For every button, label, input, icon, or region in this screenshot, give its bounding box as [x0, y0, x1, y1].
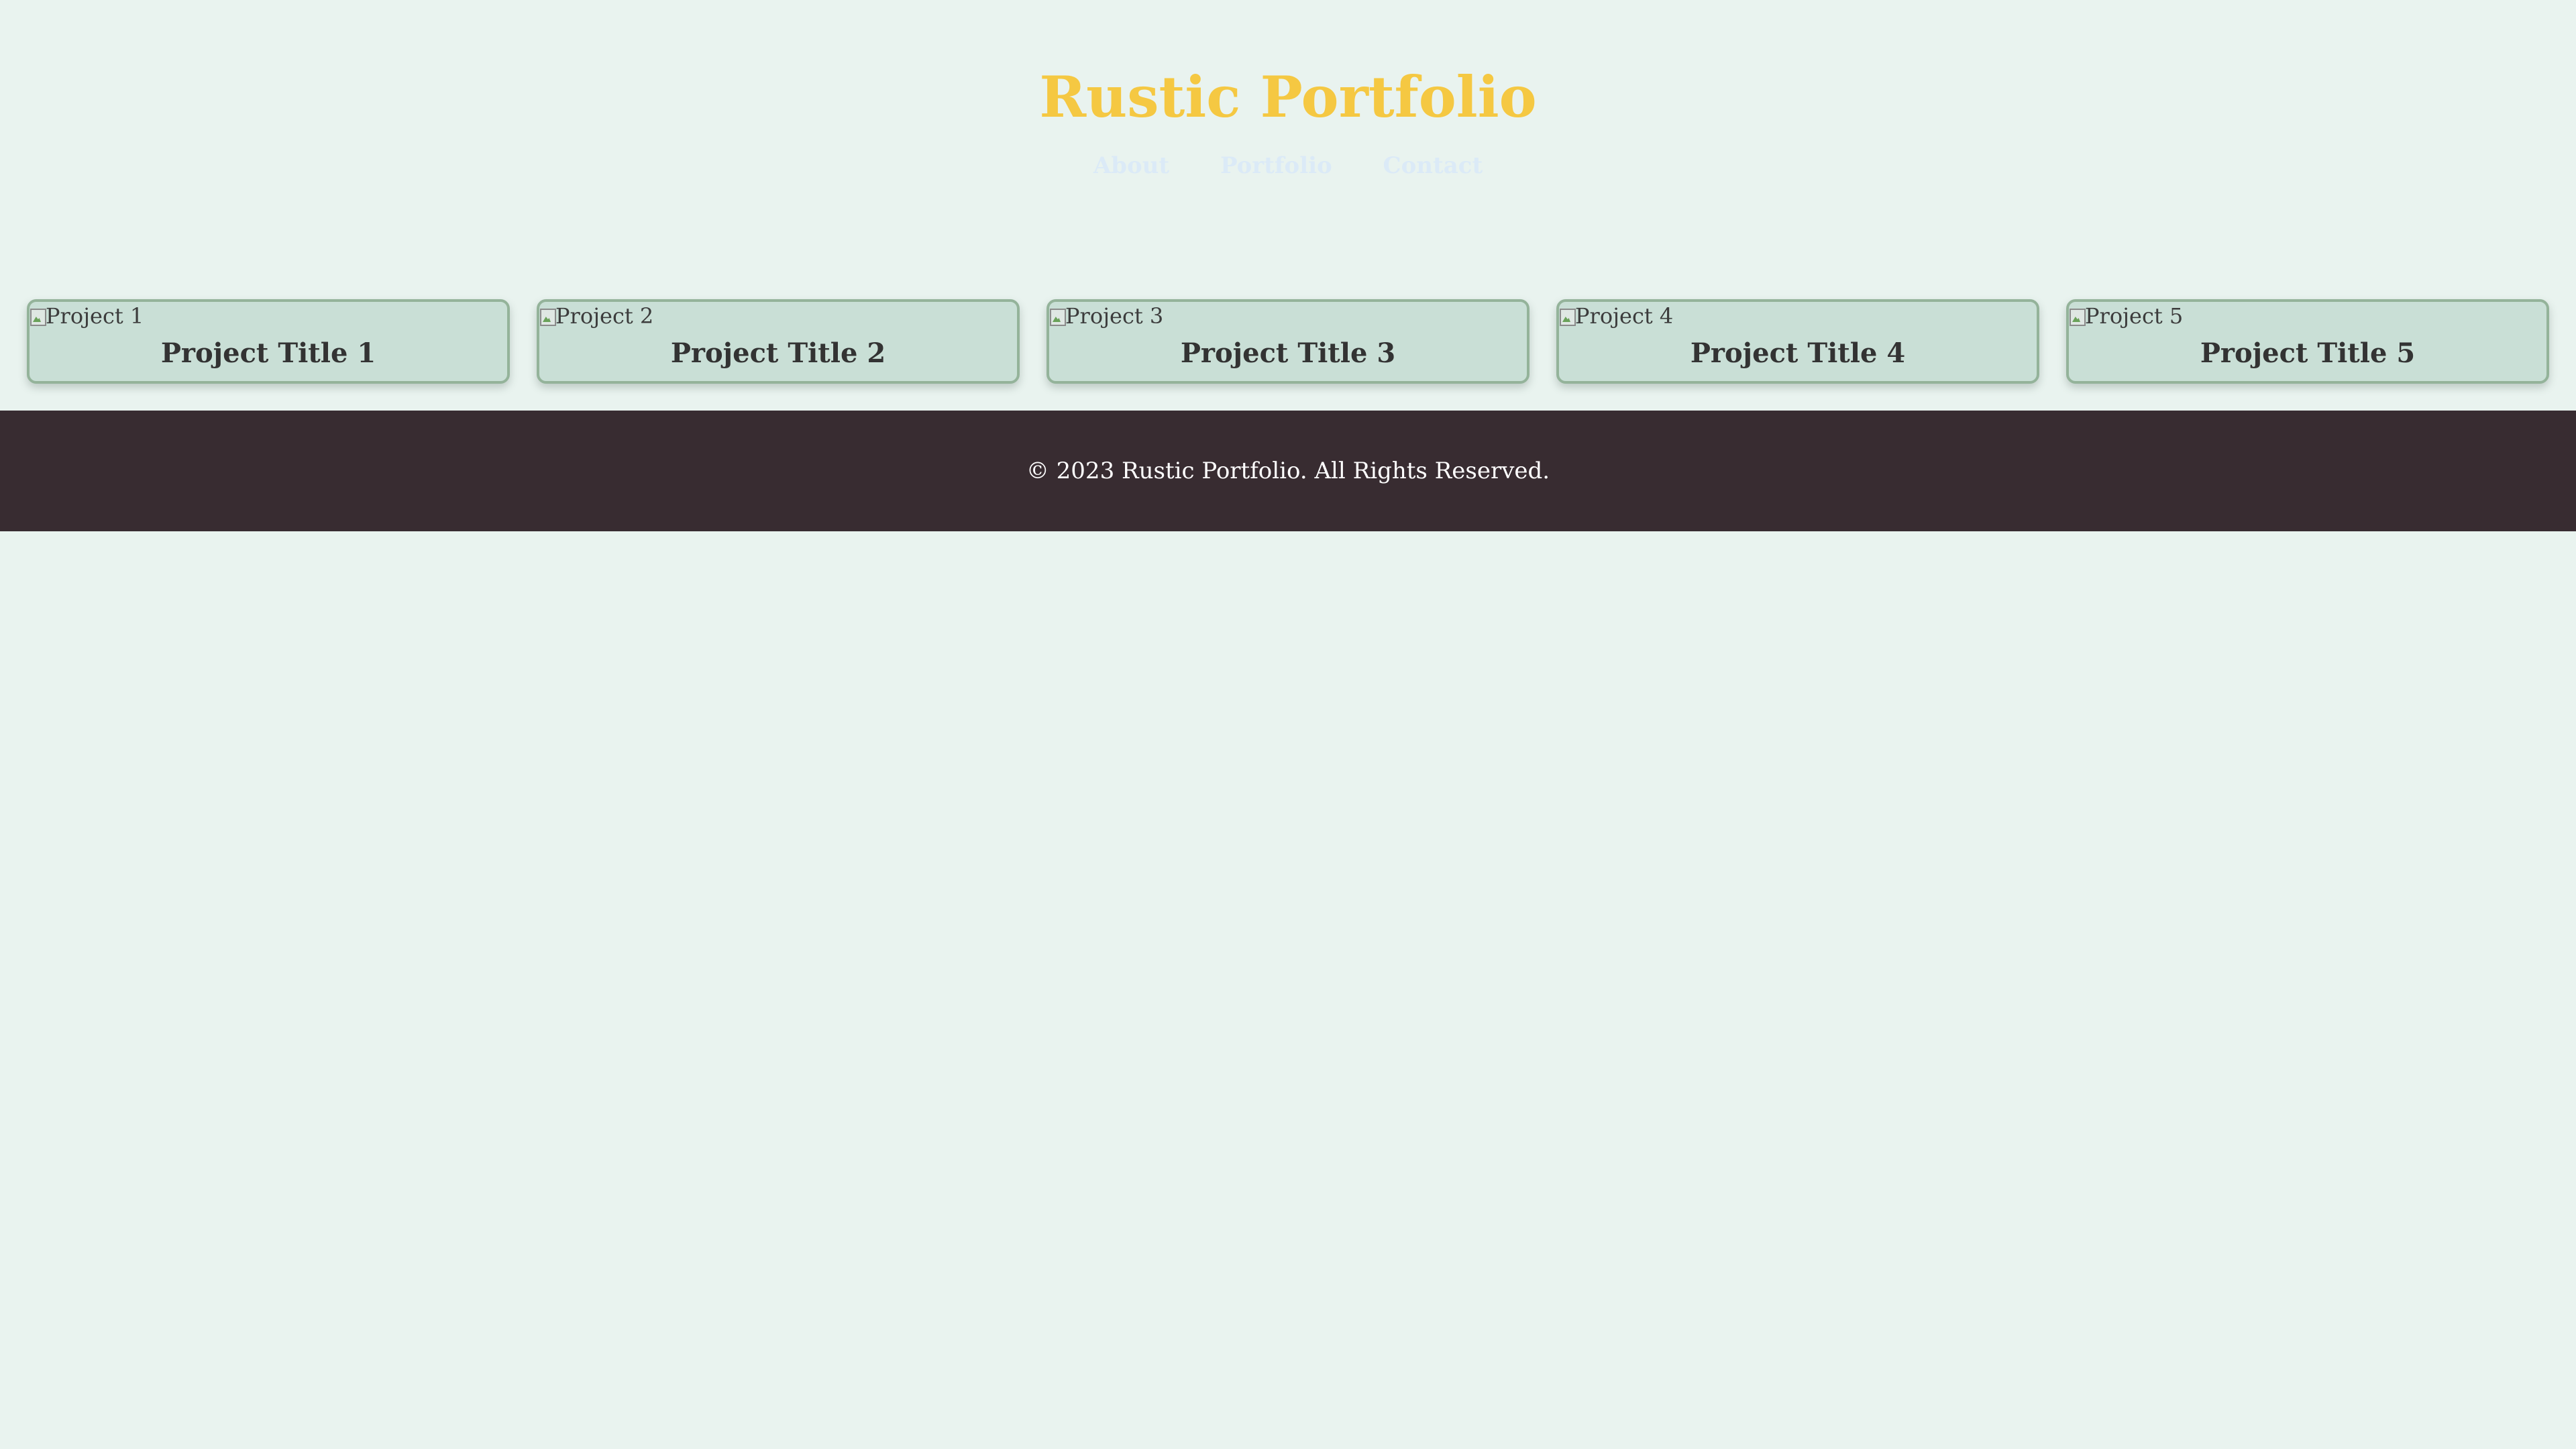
project-image: Project 2	[539, 302, 1017, 330]
copyright-text: © 2023 Rustic Portfolio. All Rights Rese…	[1026, 458, 1550, 484]
nav-link-contact[interactable]: Contact	[1383, 149, 1483, 182]
project-title: Project Title 5	[2200, 337, 2416, 369]
project-card-2[interactable]: Project 2 Project Title 2	[537, 299, 1020, 384]
project-image-alt: Project 3	[1065, 303, 1164, 329]
main-nav: About Portfolio Contact	[0, 149, 2576, 182]
project-image-alt: Project 1	[46, 303, 144, 329]
project-image-alt: Project 4	[1575, 303, 1674, 329]
nav-link-about[interactable]: About	[1093, 149, 1169, 182]
project-image: Project 4	[1559, 302, 2037, 330]
broken-image-icon	[1049, 306, 1066, 326]
project-title: Project Title 3	[1180, 337, 1396, 369]
project-card-1[interactable]: Project 1 Project Title 1	[27, 299, 510, 384]
project-card-3[interactable]: Project 3 Project Title 3	[1046, 299, 1529, 384]
project-title: Project Title 1	[160, 337, 376, 369]
broken-image-icon	[30, 306, 46, 326]
site-title: Rustic Portfolio	[1039, 64, 1537, 130]
projects-grid: Project 1 Project Title 1 Project 2 Proj…	[27, 299, 2549, 384]
project-image: Project 5	[2069, 302, 2546, 330]
project-title: Project Title 2	[670, 337, 886, 369]
nav-link-portfolio[interactable]: Portfolio	[1220, 149, 1332, 182]
project-card-4[interactable]: Project 4 Project Title 4	[1556, 299, 2039, 384]
site-header: Rustic Portfolio About Portfolio Contact	[0, 0, 2576, 201]
project-image-alt: Project 5	[2085, 303, 2184, 329]
site-footer: © 2023 Rustic Portfolio. All Rights Rese…	[0, 411, 2576, 531]
project-image-alt: Project 2	[555, 303, 654, 329]
project-image: Project 3	[1049, 302, 1527, 330]
broken-image-icon	[2069, 306, 2086, 326]
project-card-5[interactable]: Project 5 Project Title 5	[2066, 299, 2549, 384]
broken-image-icon	[539, 306, 556, 326]
broken-image-icon	[1559, 306, 1576, 326]
project-title: Project Title 4	[1690, 337, 1906, 369]
project-image: Project 1	[30, 302, 507, 330]
